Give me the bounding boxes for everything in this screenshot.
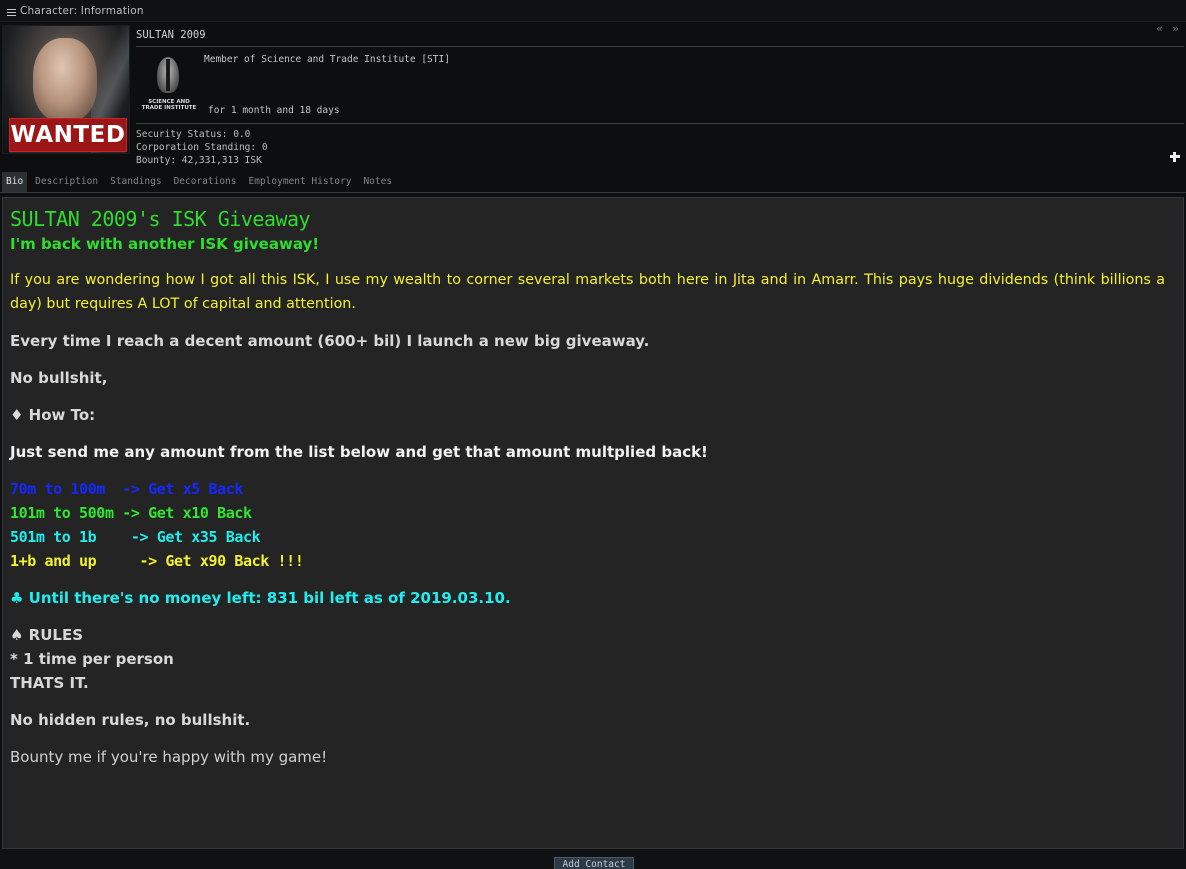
- tier-row: 101m to 500m -> Get x10 Back: [10, 504, 252, 522]
- divider: [136, 46, 1184, 47]
- tab-bar: Bio Description Standings Decorations Em…: [2, 172, 400, 192]
- character-stats: Security Status: 0.0 Corporation Standin…: [136, 128, 268, 167]
- bio-thats-it: THATS IT.: [10, 674, 89, 692]
- rules-header: ♠ RULES: [10, 626, 84, 644]
- tab-description[interactable]: Description: [31, 172, 102, 192]
- tier-row: 70m to 100m -> Get x5 Back: [10, 480, 244, 498]
- tier-row: 1+b and up -> Get x90 Back !!!: [10, 552, 304, 570]
- bio-intro: If you are wondering how I got all this …: [10, 272, 1165, 312]
- tab-employment-history[interactable]: Employment History: [245, 172, 356, 192]
- tab-standings[interactable]: Standings: [106, 172, 165, 192]
- tier-list: 70m to 100m -> Get x5 Back 101m to 500m …: [10, 477, 1165, 573]
- tab-notes[interactable]: Notes: [359, 172, 396, 192]
- bounty: Bounty: 42,331,313 ISK: [136, 155, 262, 166]
- corporation-logo[interactable]: SCIENCE AND TRADE INSTITUTE: [140, 55, 198, 113]
- tier-row: 501m to 1b -> Get x35 Back: [10, 528, 261, 546]
- corporation-membership[interactable]: Member of Science and Trade Institute [S…: [204, 54, 450, 65]
- divider: [136, 123, 1184, 124]
- menu-icon[interactable]: [7, 9, 16, 16]
- wanted-badge: WANTED: [9, 118, 127, 152]
- tab-underline: [0, 192, 1186, 193]
- window-titlebar[interactable]: Character: Information: [0, 0, 1186, 22]
- corp-emblem-icon: [157, 57, 179, 93]
- character-name: SULTAN 2009: [136, 29, 206, 41]
- window-title: Character: Information: [20, 5, 144, 17]
- corp-logo-text: SCIENCE AND TRADE INSTITUTE: [141, 99, 197, 111]
- tab-decorations[interactable]: Decorations: [170, 172, 241, 192]
- security-status: Security Status: 0.0: [136, 129, 251, 140]
- bio-bounty-me: Bounty me if you're happy with my game!: [10, 748, 328, 766]
- bio-no-hidden-rules: No hidden rules, no bullshit.: [10, 711, 251, 729]
- corporation-standing: Corporation Standing: 0: [136, 142, 268, 153]
- bio-content[interactable]: SULTAN 2009's ISK Giveaway I'm back with…: [2, 197, 1184, 849]
- bio-no-bullshit: No bullshit,: [10, 369, 108, 387]
- bio-how-to: ♦ How To:: [10, 406, 96, 424]
- collapse-arrows-icon[interactable]: « »: [1156, 22, 1182, 35]
- add-icon[interactable]: [1170, 152, 1180, 162]
- bio-subtitle: I'm back with another ISK giveaway!: [10, 235, 320, 253]
- bio-every-time: Every time I reach a decent amount (600+…: [10, 332, 650, 350]
- portrait-head: [33, 38, 97, 122]
- character-portrait[interactable]: WANTED: [2, 25, 130, 154]
- add-contact-button[interactable]: Add Contact: [554, 857, 634, 869]
- tab-bio[interactable]: Bio: [2, 172, 28, 192]
- membership-duration: for 1 month and 18 days: [208, 105, 340, 116]
- bio-until: ♣ Until there's no money left: 831 bil l…: [10, 589, 511, 607]
- rule-item: * 1 time per person: [10, 650, 174, 668]
- bio-instructions: Just send me any amount from the list be…: [10, 443, 708, 461]
- bio-title: SULTAN 2009's ISK Giveaway: [10, 207, 311, 231]
